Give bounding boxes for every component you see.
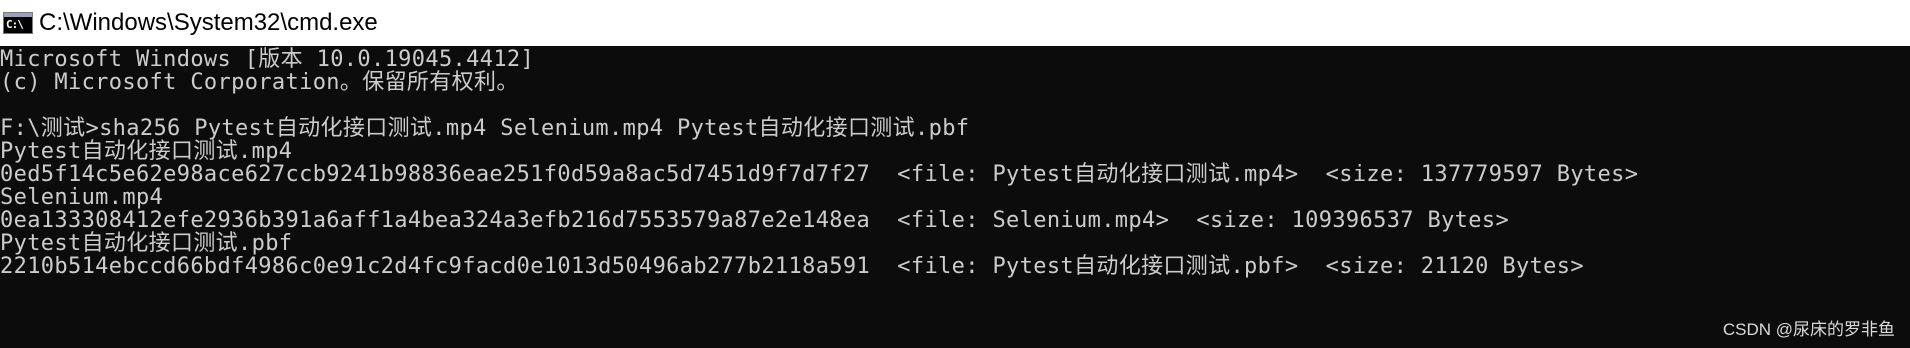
csdn-watermark: CSDN @尿床的罗非鱼 <box>1722 320 1895 339</box>
console-output[interactable]: Microsoft Windows [版本 10.0.19045.4412] (… <box>0 46 1910 348</box>
cmd-icon: C:\ <box>3 12 33 34</box>
window-title: C:\Windows\System32\cmd.exe <box>39 9 378 36</box>
console-line-hash-3: 2210b514ebccd66bdf4986c0e91c2d4fc9facd0e… <box>0 254 1584 279</box>
title-bar[interactable]: C:\ C:\Windows\System32\cmd.exe <box>0 0 1910 46</box>
cmd-icon-titlebar <box>4 13 32 17</box>
console-line-hash-1: 0ed5f14c5e62e98ace627ccb9241b98836eae251… <box>0 162 1639 187</box>
cmd-window: C:\ C:\Windows\System32\cmd.exe Microsof… <box>0 0 1910 348</box>
cmd-icon-glyph: C:\ <box>6 18 24 31</box>
console-line-copyright: (c) Microsoft Corporation。保留所有权利。 <box>0 70 519 95</box>
